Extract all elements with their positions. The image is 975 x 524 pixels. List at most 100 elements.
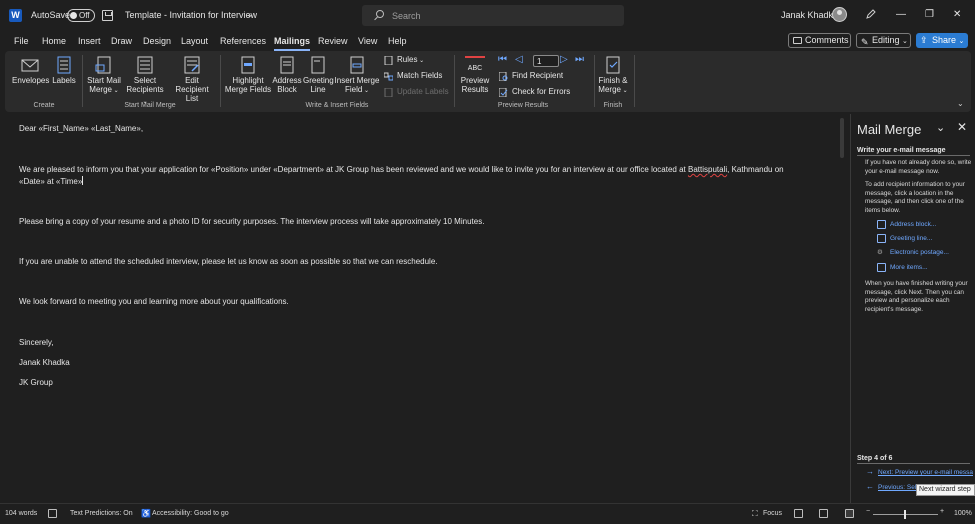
avatar[interactable] xyxy=(832,7,847,22)
editing-label: Editing xyxy=(872,35,900,45)
editing-button[interactable]: ✎ Editing ⌄ xyxy=(856,33,911,48)
zoom-out-icon[interactable]: − xyxy=(866,508,870,515)
address-label-1: Address xyxy=(272,76,302,85)
tab-insert[interactable]: Insert xyxy=(78,36,101,46)
accessibility-icon: ♿ xyxy=(141,509,151,518)
print-layout-icon[interactable] xyxy=(819,509,828,518)
doc-salutation[interactable]: Dear «First_Name» «Last_Name», xyxy=(19,123,819,135)
zoom-level[interactable]: 100% xyxy=(954,510,972,517)
link-address-block[interactable]: Address block... xyxy=(890,220,936,230)
chevron-down-icon[interactable]: ⌄ xyxy=(246,9,254,20)
doc-paragraph-resume[interactable]: Please bring a copy of your resume and a… xyxy=(19,216,819,228)
tab-review[interactable]: Review xyxy=(318,36,348,46)
match-fields-button[interactable]: Match Fields xyxy=(384,70,442,82)
link-greeting-line[interactable]: Greeting line... xyxy=(890,234,932,244)
ribbon-separator xyxy=(82,55,83,107)
comments-button[interactable]: Comments xyxy=(788,33,851,48)
search-input[interactable] xyxy=(392,9,612,22)
tab-home[interactable]: Home xyxy=(42,36,66,46)
doc-signoff[interactable]: Sincerely, xyxy=(19,337,819,349)
tab-layout[interactable]: Layout xyxy=(181,36,208,46)
focus-button[interactable]: Focus xyxy=(763,510,782,517)
finish-merge-button[interactable]: Finish & Merge ⌄ xyxy=(597,56,629,96)
greeting-line-button[interactable]: Greeting Line xyxy=(303,56,334,94)
tab-file[interactable]: File xyxy=(14,36,29,46)
ribbon: Envelopes Labels Create Start Mail Merge… xyxy=(5,51,971,112)
pane-instruction: If you have not already done so, write y… xyxy=(865,159,972,175)
doc-paragraph-reschedule[interactable]: If you are unable to attend the schedule… xyxy=(19,256,819,268)
document-canvas[interactable]: Dear «First_Name» «Last_Name», We are pl… xyxy=(0,114,849,503)
tab-draw[interactable]: Draw xyxy=(111,36,132,46)
text-predictions[interactable]: Text Predictions: On xyxy=(70,510,133,517)
edit-recipient-list-button[interactable]: Edit Recipient List xyxy=(169,56,215,103)
chevron-down-icon[interactable]: ⌄ xyxy=(936,121,945,134)
start-mail-merge-button[interactable]: Start Mail Merge ⌄ xyxy=(85,56,123,96)
tooltip: Next wizard step xyxy=(916,484,975,496)
zoom-slider-thumb[interactable] xyxy=(904,510,906,519)
chevron-down-icon: ⌄ xyxy=(362,88,370,94)
select-recipients-button[interactable]: Select Recipients ⌄ xyxy=(123,56,167,107)
last-record-icon[interactable]: ⏭ xyxy=(575,54,584,65)
proofing-icon[interactable] xyxy=(48,509,57,518)
user-name[interactable]: Janak Khadka xyxy=(781,10,838,20)
tab-references[interactable]: References xyxy=(220,36,266,46)
doc-signature-name[interactable]: Janak Khadka xyxy=(19,357,819,369)
link-more-items[interactable]: More items... xyxy=(890,263,928,273)
update-labels-label: Update Labels xyxy=(397,87,449,96)
start-merge-icon xyxy=(95,56,111,74)
labels-button[interactable]: Labels xyxy=(50,56,78,85)
web-layout-icon[interactable] xyxy=(845,509,854,518)
share-button[interactable]: ⇪ Share ⌄ xyxy=(916,33,968,48)
doc-paragraph-invitation[interactable]: We are pleased to inform you that your a… xyxy=(19,164,819,188)
autosave-toggle[interactable]: Off xyxy=(67,9,95,22)
collapse-ribbon-icon[interactable]: ⌄ xyxy=(957,99,964,108)
highlight-merge-fields-button[interactable]: Highlight Merge Fields xyxy=(224,56,272,94)
tab-view[interactable]: View xyxy=(358,36,377,46)
close-icon[interactable]: ✕ xyxy=(953,9,961,20)
rules-button[interactable]: Rules ⌄ xyxy=(384,54,424,66)
check-errors-icon xyxy=(499,88,508,97)
document-title[interactable]: Template - Invitation for Interview xyxy=(125,10,257,20)
spelling-error-word[interactable]: Battisputali xyxy=(688,165,727,174)
next-record-icon[interactable]: ▷ xyxy=(560,54,568,65)
save-icon[interactable] xyxy=(102,10,113,21)
tab-mailings[interactable]: Mailings xyxy=(274,36,311,51)
next-step-link[interactable]: Next: Preview your e-mail messa xyxy=(878,469,973,476)
record-number-input[interactable] xyxy=(533,55,559,67)
pen-icon[interactable] xyxy=(865,9,876,20)
share-icon: ⇪ xyxy=(920,35,928,45)
tab-design[interactable]: Design xyxy=(143,36,171,46)
check-errors-button[interactable]: Check for Errors xyxy=(499,86,570,98)
insert-field-icon xyxy=(350,56,364,74)
preview-results-button[interactable]: ABC Preview Results xyxy=(458,56,492,94)
restore-icon[interactable]: ❐ xyxy=(925,9,934,20)
group-finish-label: Finish xyxy=(603,102,623,109)
read-mode-icon[interactable] xyxy=(794,509,803,518)
previous-record-icon[interactable]: ◁ xyxy=(515,54,523,65)
close-icon[interactable]: ✕ xyxy=(957,120,967,134)
arrow-right-icon: → xyxy=(866,467,874,476)
envelopes-button[interactable]: Envelopes xyxy=(12,56,49,85)
ribbon-separator xyxy=(594,55,595,107)
insert-label-1: Insert Merge xyxy=(334,76,380,85)
minimize-icon[interactable]: — xyxy=(896,9,906,20)
link-electronic-postage[interactable]: Electronic postage... xyxy=(890,248,949,258)
insert-merge-field-button[interactable]: Insert Merge Field ⌄ xyxy=(334,56,380,96)
search-box[interactable] xyxy=(362,5,624,26)
word-count[interactable]: 104 words xyxy=(5,510,37,517)
zoom-in-icon[interactable]: + xyxy=(940,508,944,515)
address-block-button[interactable]: Address Block xyxy=(272,56,302,94)
labels-icon xyxy=(57,56,71,74)
accessibility-status[interactable]: Accessibility: Good to go xyxy=(152,510,229,517)
chevron-down-icon: ⌄ xyxy=(620,88,628,94)
update-labels-button[interactable]: Update Labels xyxy=(384,86,449,98)
doc-paragraph-closing[interactable]: We look forward to meeting you and learn… xyxy=(19,296,819,308)
pane-instruction: When you have finished writing your mess… xyxy=(865,280,968,313)
first-record-icon[interactable]: ⏮ xyxy=(498,54,507,65)
edit-label-2: Recipient List xyxy=(175,85,209,103)
doc-signature-company[interactable]: JK Group xyxy=(19,377,819,389)
previous-step-link[interactable]: Previous: Sel xyxy=(878,484,918,491)
tab-help[interactable]: Help xyxy=(388,36,407,46)
vertical-scrollbar[interactable] xyxy=(840,118,844,158)
find-recipient-button[interactable]: Find Recipient xyxy=(499,70,563,82)
